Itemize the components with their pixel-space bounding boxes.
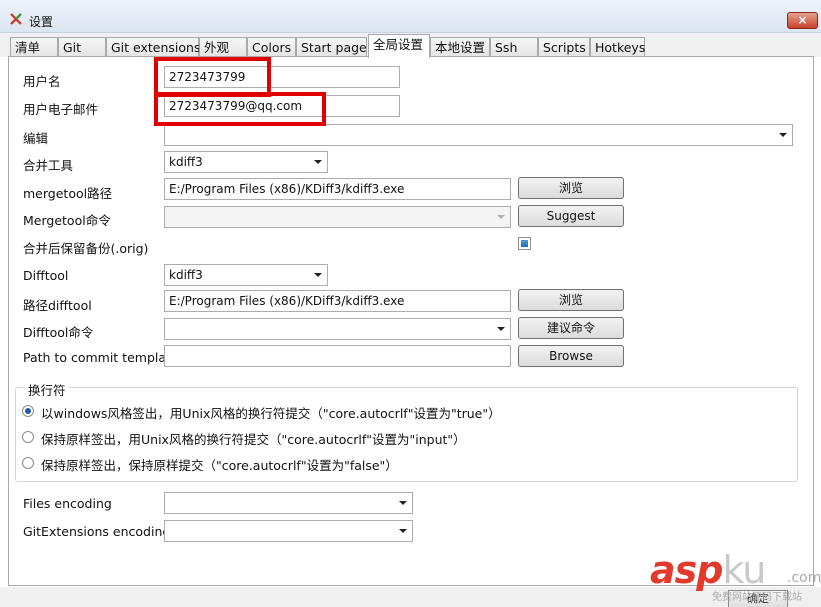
tab-hotkeys[interactable]: Hotkeys bbox=[590, 37, 645, 58]
close-button[interactable]: × bbox=[787, 12, 818, 29]
commit-template-input[interactable] bbox=[164, 345, 511, 367]
title-bar: 设置 × bbox=[0, 0, 821, 33]
username-highlight-box bbox=[154, 57, 271, 97]
difftool-path-label: 路径difftool bbox=[23, 298, 92, 313]
browse-mergetool-button[interactable]: 浏览 bbox=[518, 177, 624, 199]
difftool-cmd-combobox[interactable] bbox=[164, 318, 511, 340]
gitext-encoding-select[interactable] bbox=[164, 520, 413, 542]
tab-local-settings[interactable]: 本地设置 bbox=[430, 37, 490, 58]
tab-checklist[interactable]: 清单 bbox=[10, 37, 58, 58]
watermark-logo: aspku .com 免费网站源码下载站 bbox=[650, 548, 821, 603]
autocrlf-input-label[interactable]: 保持原样签出，用Unix风格的换行符提交（"core.autocrlf"设置为"… bbox=[41, 429, 466, 448]
chevron-down-icon bbox=[314, 160, 322, 164]
editor-label: 编辑 bbox=[23, 131, 49, 146]
chevron-down-icon bbox=[399, 501, 407, 505]
autocrlf-false-radio[interactable] bbox=[22, 457, 34, 469]
files-encoding-label: Files encoding bbox=[23, 496, 112, 511]
autocrlf-input-radio[interactable] bbox=[22, 431, 34, 443]
mergetool-select[interactable]: kdiff3 bbox=[164, 151, 328, 173]
window-title: 设置 bbox=[29, 15, 54, 29]
tab-global-settings[interactable]: 全局设置 bbox=[368, 34, 430, 58]
files-encoding-select[interactable] bbox=[164, 492, 413, 514]
difftool-cmd-label: Difftool命令 bbox=[23, 325, 94, 340]
watermark-subtitle: 免费网站源码下载站 bbox=[712, 592, 802, 603]
difftool-path-input[interactable]: E:/Program Files (x86)/KDiff3/kdiff3.exe bbox=[164, 290, 511, 312]
difftool-label: Difftool bbox=[23, 268, 69, 283]
commit-template-label: Path to commit template bbox=[23, 350, 179, 365]
chevron-down-icon bbox=[314, 273, 322, 277]
mergetool-path-label: mergetool路径 bbox=[23, 186, 113, 201]
chevron-down-icon bbox=[779, 133, 787, 137]
tab-strip: 清单 Git Git extensions 外观 Colors Start pa… bbox=[0, 33, 821, 58]
autocrlf-false-label[interactable]: 保持原样签出，保持原样提交（"core.autocrlf"设置为"false"） bbox=[41, 455, 398, 474]
browse-difftool-button[interactable]: 浏览 bbox=[518, 289, 624, 311]
watermark-logo-ku: ku bbox=[722, 548, 766, 592]
email-label: 用户电子邮件 bbox=[23, 102, 99, 117]
autocrlf-true-radio[interactable] bbox=[22, 405, 34, 417]
tab-git[interactable]: Git bbox=[58, 37, 106, 58]
tab-colors[interactable]: Colors bbox=[247, 37, 296, 58]
chevron-down-icon bbox=[399, 529, 407, 533]
keep-backup-label: 合并后保留备份(.orig) bbox=[23, 241, 149, 256]
tab-appearance[interactable]: 外观 bbox=[199, 37, 247, 58]
gitext-encoding-label: GitExtensions encoding bbox=[23, 524, 171, 539]
mergetool-cmd-label: Mergetool命令 bbox=[23, 213, 111, 228]
difftool-select[interactable]: kdiff3 bbox=[164, 264, 328, 286]
tab-ssh[interactable]: Ssh bbox=[490, 37, 538, 58]
suggest-mergetool-cmd-button[interactable]: Suggest bbox=[518, 205, 624, 227]
autocrlf-true-label[interactable]: 以windows风格签出，用Unix风格的换行符提交（"core.autocrl… bbox=[41, 403, 501, 422]
watermark-logo-main: asp bbox=[650, 548, 723, 592]
watermark-com: .com bbox=[787, 570, 821, 586]
keep-backup-checkbox[interactable] bbox=[518, 237, 531, 250]
radio-selected-icon bbox=[25, 408, 31, 414]
tab-git-extensions[interactable]: Git extensions bbox=[106, 37, 200, 58]
username-label: 用户名 bbox=[23, 74, 61, 89]
tab-scripts[interactable]: Scripts bbox=[538, 37, 590, 58]
app-icon bbox=[10, 13, 22, 25]
line-endings-title: 换行符 bbox=[25, 380, 69, 399]
browse-commit-template-button[interactable]: Browse bbox=[518, 345, 624, 367]
mergetool-path-input[interactable]: E:/Program Files (x86)/KDiff3/kdiff3.exe bbox=[164, 178, 511, 200]
email-highlight-box bbox=[154, 92, 326, 126]
mergetool-label: 合并工具 bbox=[23, 158, 74, 173]
chevron-down-icon bbox=[497, 327, 505, 331]
tab-start-page[interactable]: Start page bbox=[296, 37, 367, 58]
editor-combobox[interactable] bbox=[164, 124, 793, 146]
checkbox-fill-icon bbox=[521, 240, 528, 247]
chevron-down-icon bbox=[497, 215, 505, 219]
mergetool-cmd-combobox[interactable] bbox=[164, 206, 511, 228]
suggest-difftool-cmd-button[interactable]: 建议命令 bbox=[518, 317, 624, 339]
